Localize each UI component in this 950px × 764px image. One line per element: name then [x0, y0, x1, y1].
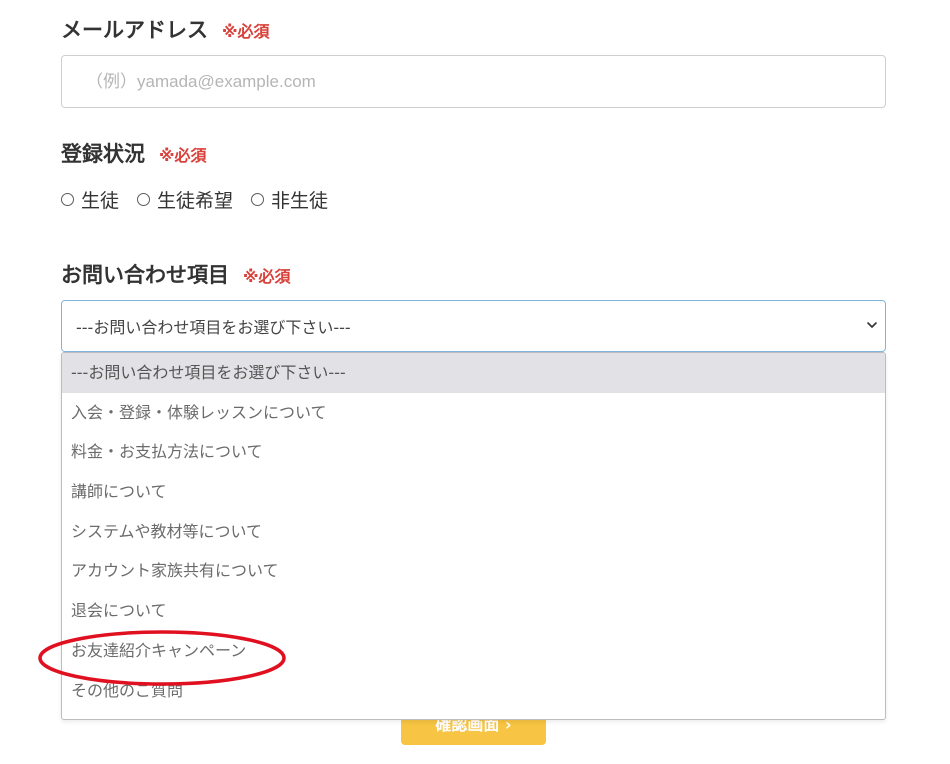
- inquiry-field-label: お問い合わせ項目 ※必須: [61, 259, 291, 289]
- inquiry-dropdown-list: ---お問い合わせ項目をお選び下さい--- 入会・登録・体験レッスンについて 料…: [61, 352, 886, 720]
- status-label: 登録状況: [61, 142, 145, 166]
- dropdown-option-fees[interactable]: 料金・お支払方法について: [62, 432, 885, 472]
- radio-label: 生徒: [81, 190, 120, 212]
- email-field-label: メールアドレス ※必須: [61, 14, 270, 44]
- dropdown-option-withdrawal[interactable]: 退会について: [62, 591, 885, 631]
- radio-label: 生徒希望: [157, 190, 234, 212]
- status-radio-group: 生徒 生徒希望 非生徒: [61, 186, 328, 213]
- inquiry-label: お問い合わせ項目: [61, 263, 229, 287]
- dropdown-option-family-sharing[interactable]: アカウント家族共有について: [62, 551, 885, 591]
- radio-button[interactable]: [251, 193, 265, 206]
- inquiry-select-value: ---お問い合わせ項目をお選び下さい---: [76, 318, 351, 337]
- radio-button[interactable]: [137, 193, 151, 206]
- email-label: メールアドレス: [61, 18, 208, 42]
- email-required-mark: ※必須: [222, 22, 270, 41]
- dropdown-option-teachers[interactable]: 講師について: [62, 472, 885, 512]
- radio-non-student[interactable]: 非生徒: [251, 186, 328, 213]
- contact-form-page: メールアドレス ※必須 登録状況 ※必須 生徒 生徒希望 非生徒 お問い合わせ項…: [0, 0, 950, 764]
- email-input[interactable]: [61, 55, 886, 108]
- radio-prospective-student[interactable]: 生徒希望: [137, 186, 233, 213]
- dropdown-option-other[interactable]: その他のご質問: [62, 671, 885, 711]
- dropdown-option-placeholder[interactable]: ---お問い合わせ項目をお選び下さい---: [62, 353, 885, 393]
- dropdown-option-enrollment[interactable]: 入会・登録・体験レッスンについて: [62, 393, 885, 433]
- inquiry-select[interactable]: ---お問い合わせ項目をお選び下さい---: [61, 300, 886, 352]
- dropdown-option-referral-campaign[interactable]: お友達紹介キャンペーン: [62, 631, 885, 671]
- dropdown-option-system[interactable]: システムや教材等について: [62, 512, 885, 552]
- status-required-mark: ※必須: [159, 146, 207, 165]
- radio-label: 非生徒: [271, 190, 329, 212]
- status-field-label: 登録状況 ※必須: [61, 138, 207, 168]
- radio-button[interactable]: [61, 193, 74, 206]
- chevron-down-icon: [867, 322, 877, 328]
- inquiry-required-mark: ※必須: [243, 267, 291, 286]
- radio-student[interactable]: 生徒: [61, 186, 119, 213]
